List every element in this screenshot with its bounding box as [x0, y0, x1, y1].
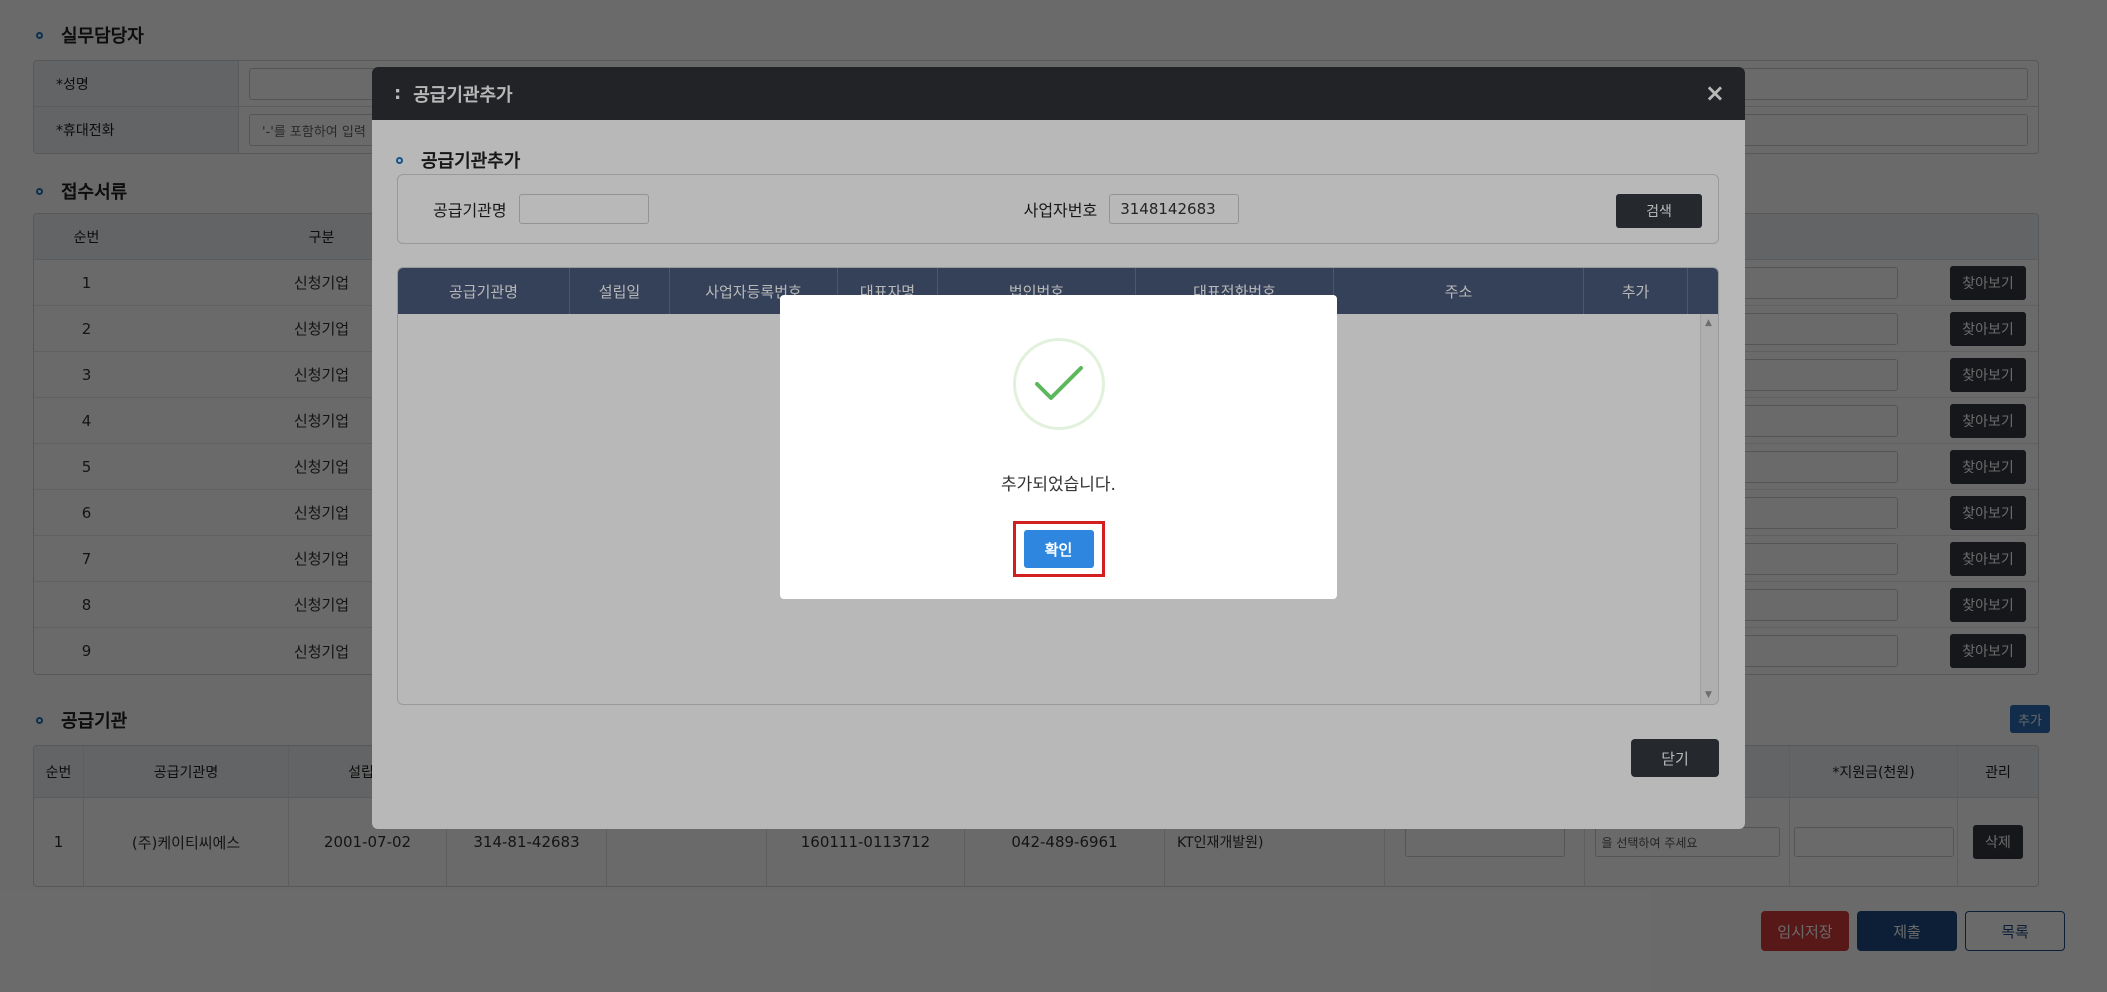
check-icon — [1034, 366, 1083, 400]
success-alert: 추가되었습니다. 확인 — [780, 295, 1337, 599]
alert-message: 추가되었습니다. — [1001, 475, 1116, 495]
check-circle-icon — [1012, 338, 1105, 430]
confirm-button[interactable]: 확인 — [1023, 530, 1094, 568]
confirm-highlight: 확인 — [1012, 521, 1105, 577]
